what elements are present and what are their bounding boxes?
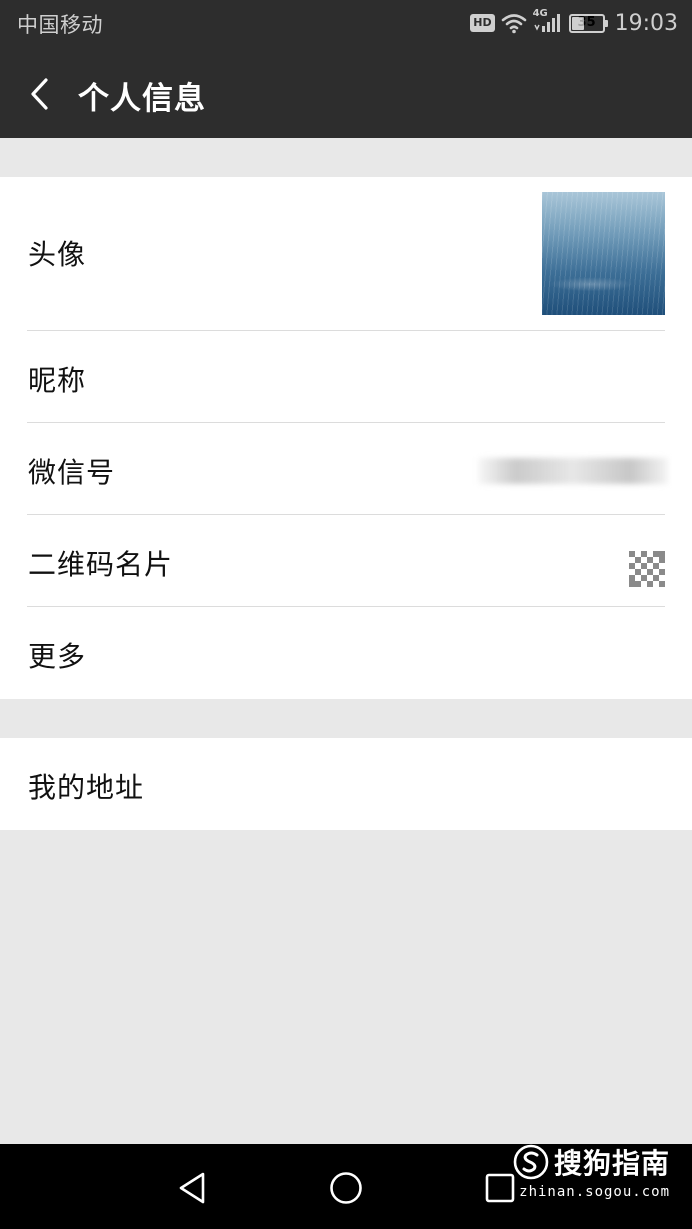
battery-level: 35 bbox=[577, 14, 596, 30]
hd-icon: HD bbox=[470, 14, 495, 32]
back-button[interactable] bbox=[18, 72, 62, 116]
wifi-icon bbox=[501, 14, 526, 34]
home-circle-icon bbox=[330, 1172, 362, 1204]
nav-back-button[interactable] bbox=[170, 1166, 214, 1210]
watermark-url: zhinan.sogou.com bbox=[519, 1184, 670, 1200]
signal-icon: 4G bbox=[533, 8, 563, 35]
my-address-label: 我的地址 bbox=[28, 771, 145, 804]
qr-code-row[interactable]: 二维码名片 bbox=[0, 515, 692, 606]
chevron-left-icon bbox=[31, 78, 48, 110]
page-title: 个人信息 bbox=[78, 81, 206, 117]
clock: 19:03 bbox=[614, 10, 678, 36]
battery-icon: 35 bbox=[568, 13, 608, 33]
wechat-id-value-blurred bbox=[478, 458, 668, 484]
sogou-logo-icon bbox=[513, 1144, 549, 1180]
avatar[interactable] bbox=[542, 192, 665, 315]
nav-home-button[interactable] bbox=[324, 1166, 368, 1210]
more-label: 更多 bbox=[28, 640, 87, 673]
back-triangle-icon bbox=[179, 1172, 205, 1204]
carrier-name: 中国移动 bbox=[17, 13, 103, 37]
nickname-label: 昵称 bbox=[28, 364, 87, 397]
wechat-id-label: 微信号 bbox=[28, 456, 116, 489]
profile-settings-group: 头像 昵称 微信号 二维码名片 更多 bbox=[0, 177, 692, 699]
nickname-row[interactable]: 昵称 bbox=[0, 331, 692, 422]
qr-code-icon bbox=[629, 551, 665, 587]
status-icons: HD 4G 35 19:03 bbox=[470, 8, 678, 38]
more-row[interactable]: 更多 bbox=[0, 607, 692, 699]
avatar-label: 头像 bbox=[28, 238, 87, 271]
my-address-row[interactable]: 我的地址 bbox=[0, 738, 692, 830]
watermark-brand: 搜狗指南 bbox=[553, 1147, 670, 1180]
status-bar: 中国移动 HD 4G 35 19:03 bbox=[0, 0, 692, 48]
wechat-id-row[interactable]: 微信号 bbox=[0, 423, 692, 514]
address-group: 我的地址 bbox=[0, 738, 692, 830]
qr-code-label: 二维码名片 bbox=[28, 548, 174, 581]
avatar-row[interactable]: 头像 bbox=[0, 177, 692, 330]
sogou-watermark: 搜狗指南 zhinan.sogou.com bbox=[512, 1142, 670, 1200]
title-bar: 个人信息 bbox=[0, 48, 692, 138]
